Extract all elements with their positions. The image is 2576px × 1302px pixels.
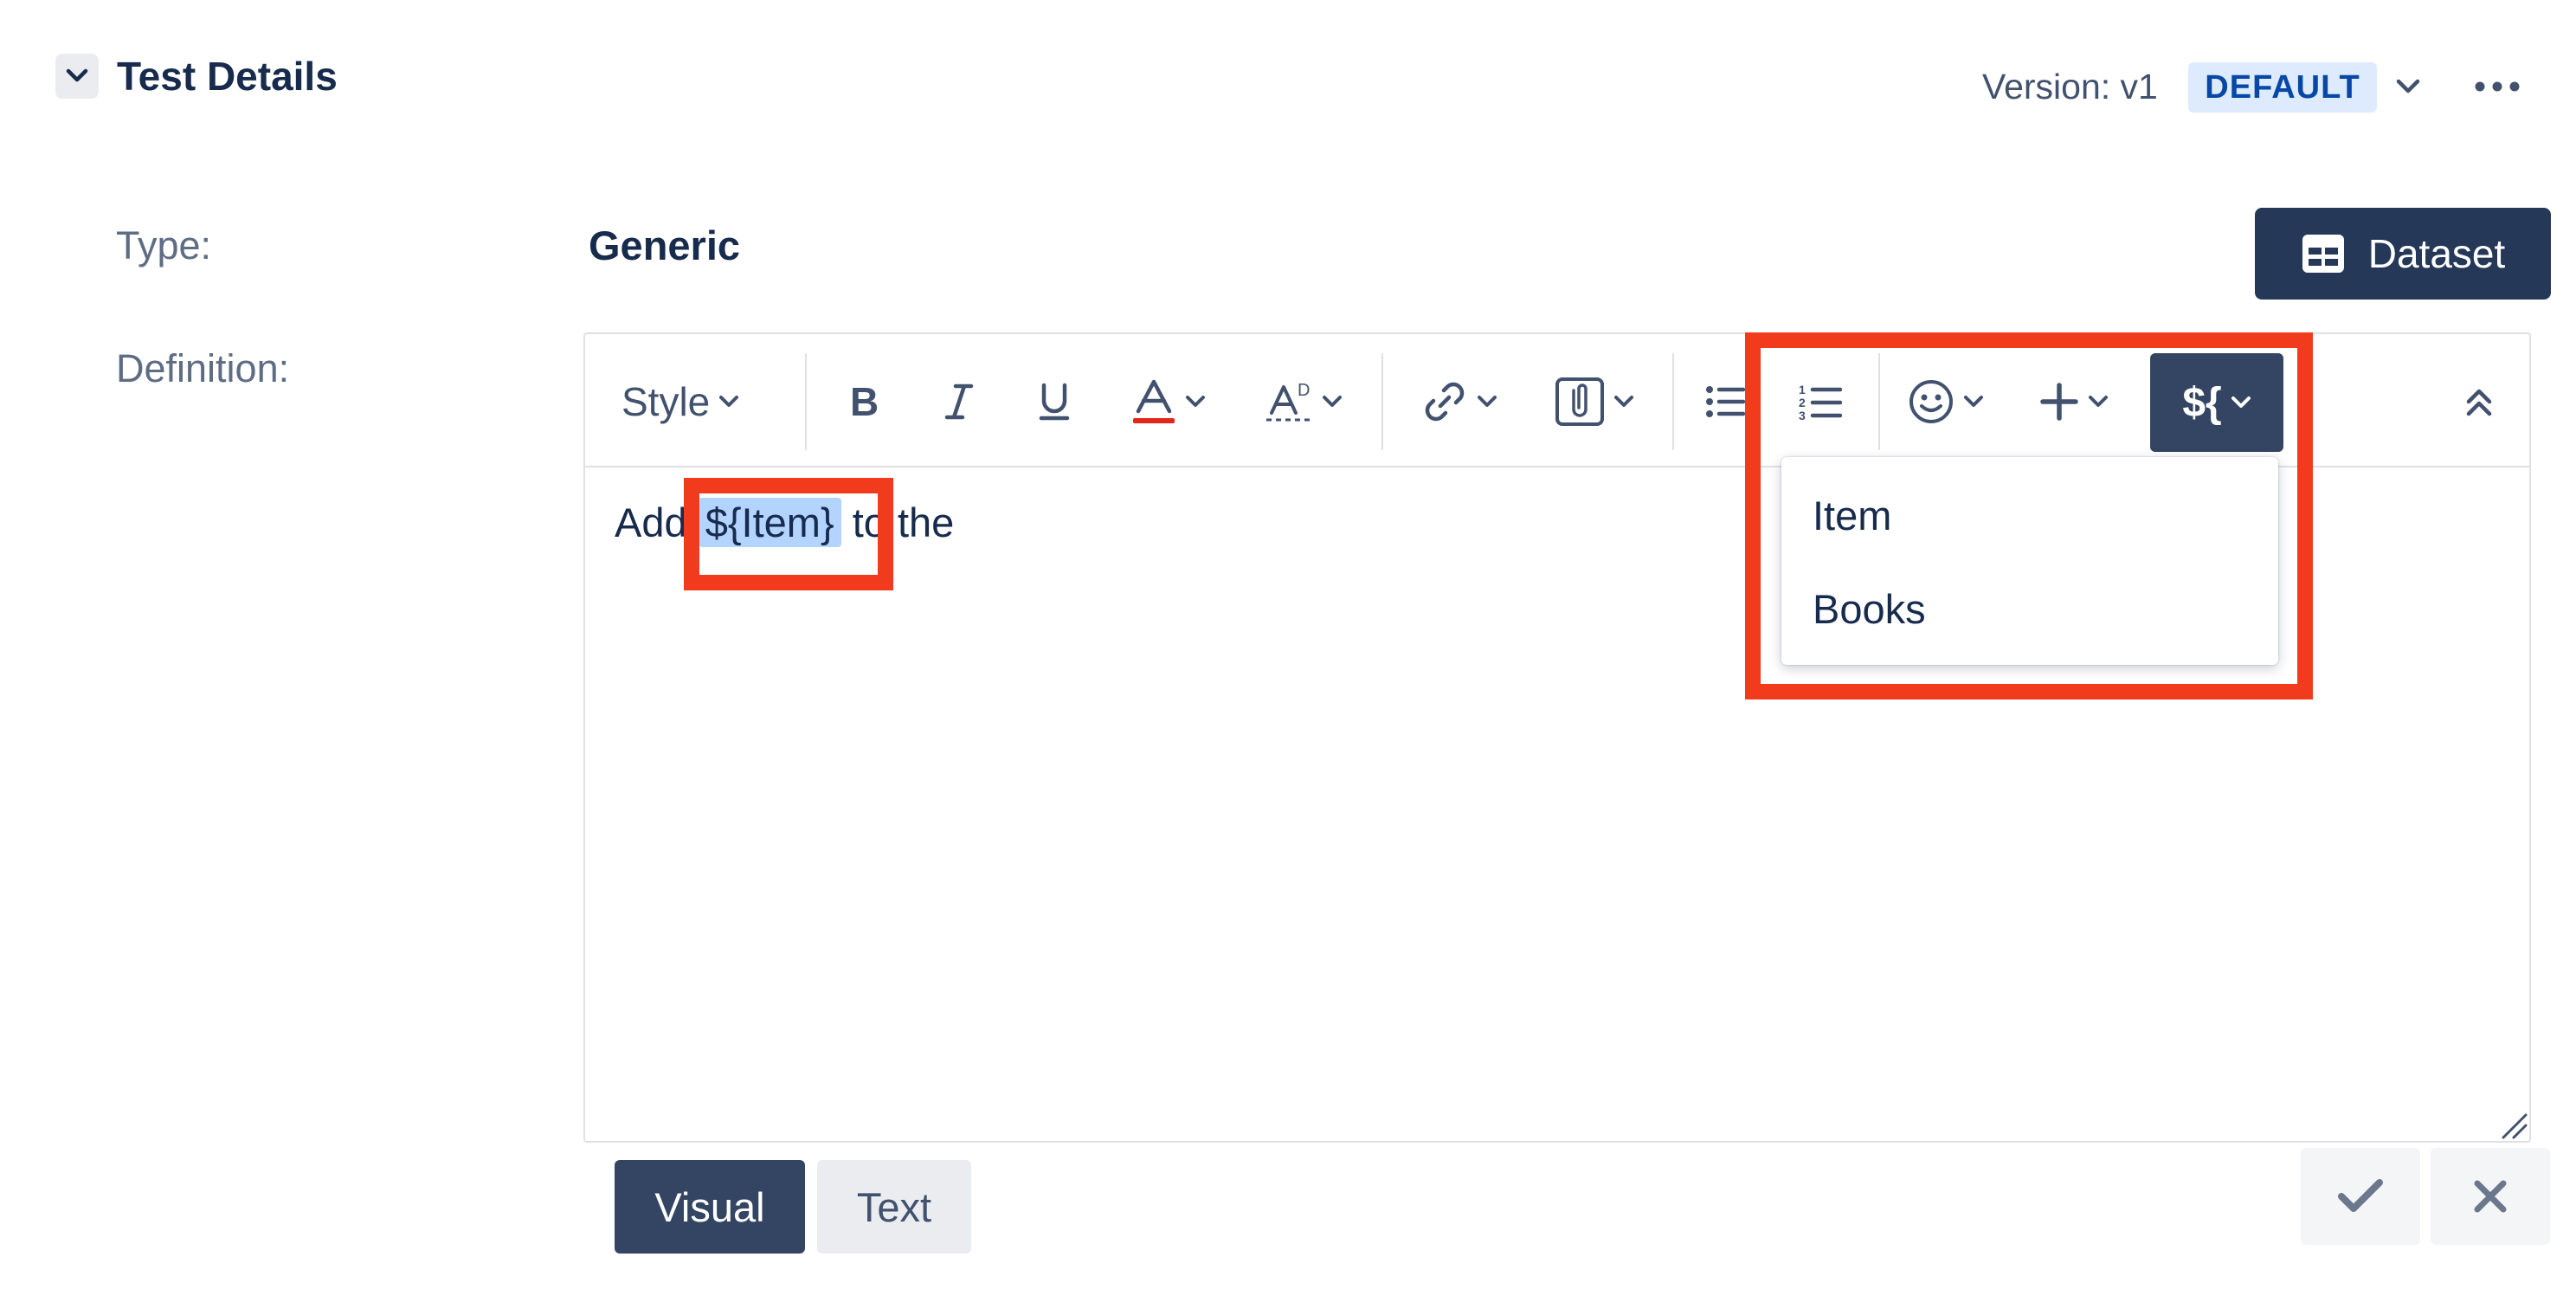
confirm-button[interactable] <box>2301 1148 2420 1245</box>
italic-button[interactable] <box>926 369 992 435</box>
attachment-icon <box>1555 377 1604 426</box>
svg-text:B: B <box>850 383 879 421</box>
chevron-down-icon <box>1323 396 1342 407</box>
tab-visual[interactable]: Visual <box>615 1160 805 1254</box>
underline-button[interactable] <box>1021 369 1087 435</box>
type-value: Generic <box>589 222 741 268</box>
table-icon <box>2302 235 2344 273</box>
link-icon <box>1425 382 1465 422</box>
chevron-down-icon <box>2396 79 2420 93</box>
bold-button[interactable]: B <box>831 369 897 435</box>
chevron-down-icon <box>66 68 88 82</box>
close-icon <box>2474 1180 2507 1213</box>
chevron-down-icon <box>1186 396 1205 407</box>
text-color-button[interactable] <box>1117 369 1220 435</box>
underline-icon <box>1039 383 1070 421</box>
toolbar-divider <box>805 353 807 450</box>
highlight-annotation-box <box>684 478 893 590</box>
bold-icon: B <box>850 383 879 421</box>
version-dropdown-button[interactable] <box>2391 69 2425 104</box>
dataset-button[interactable]: Dataset <box>2255 208 2551 300</box>
double-chevron-up-icon <box>2466 389 2492 416</box>
more-horizontal-icon <box>2475 81 2520 92</box>
chevron-down-icon <box>1478 396 1497 407</box>
resize-handle[interactable] <box>2498 1110 2529 1141</box>
style-dropdown-label: Style <box>621 379 711 424</box>
style-dropdown-button[interactable]: Style <box>621 369 739 435</box>
editor-text: Add <box>615 500 687 545</box>
link-button[interactable] <box>1407 369 1511 435</box>
resize-grip-icon <box>2502 1113 2528 1139</box>
definition-label: Definition: <box>116 346 290 390</box>
toolbar-divider <box>1381 353 1383 450</box>
chevron-down-icon <box>1614 396 1633 407</box>
checkmark-icon <box>2338 1179 2383 1212</box>
dataset-button-label: Dataset <box>2367 231 2506 276</box>
svg-text:D: D <box>1298 381 1310 400</box>
toolbar-divider <box>1672 353 1674 450</box>
version-status-badge: DEFAULT <box>2188 62 2377 113</box>
collapse-toolbar-button[interactable] <box>2446 369 2512 435</box>
type-label: Type: <box>116 223 212 267</box>
more-actions-button[interactable] <box>2467 69 2528 104</box>
tab-text[interactable]: Text <box>817 1160 971 1254</box>
clear-formatting-icon: D <box>1266 381 1311 422</box>
text-color-icon <box>1133 379 1175 423</box>
collapse-toggle-button[interactable] <box>55 54 99 99</box>
chevron-down-icon <box>719 396 739 407</box>
bullet-list-icon <box>1706 386 1745 417</box>
highlight-annotation-box <box>1745 332 2313 699</box>
version-label: Version: v1 <box>1982 67 2158 106</box>
attachment-button[interactable] <box>1542 369 1646 435</box>
italic-icon <box>944 384 974 420</box>
clear-formatting-button[interactable]: D <box>1252 369 1356 435</box>
cancel-button[interactable] <box>2431 1148 2550 1245</box>
section-title: Test Details <box>117 54 338 99</box>
